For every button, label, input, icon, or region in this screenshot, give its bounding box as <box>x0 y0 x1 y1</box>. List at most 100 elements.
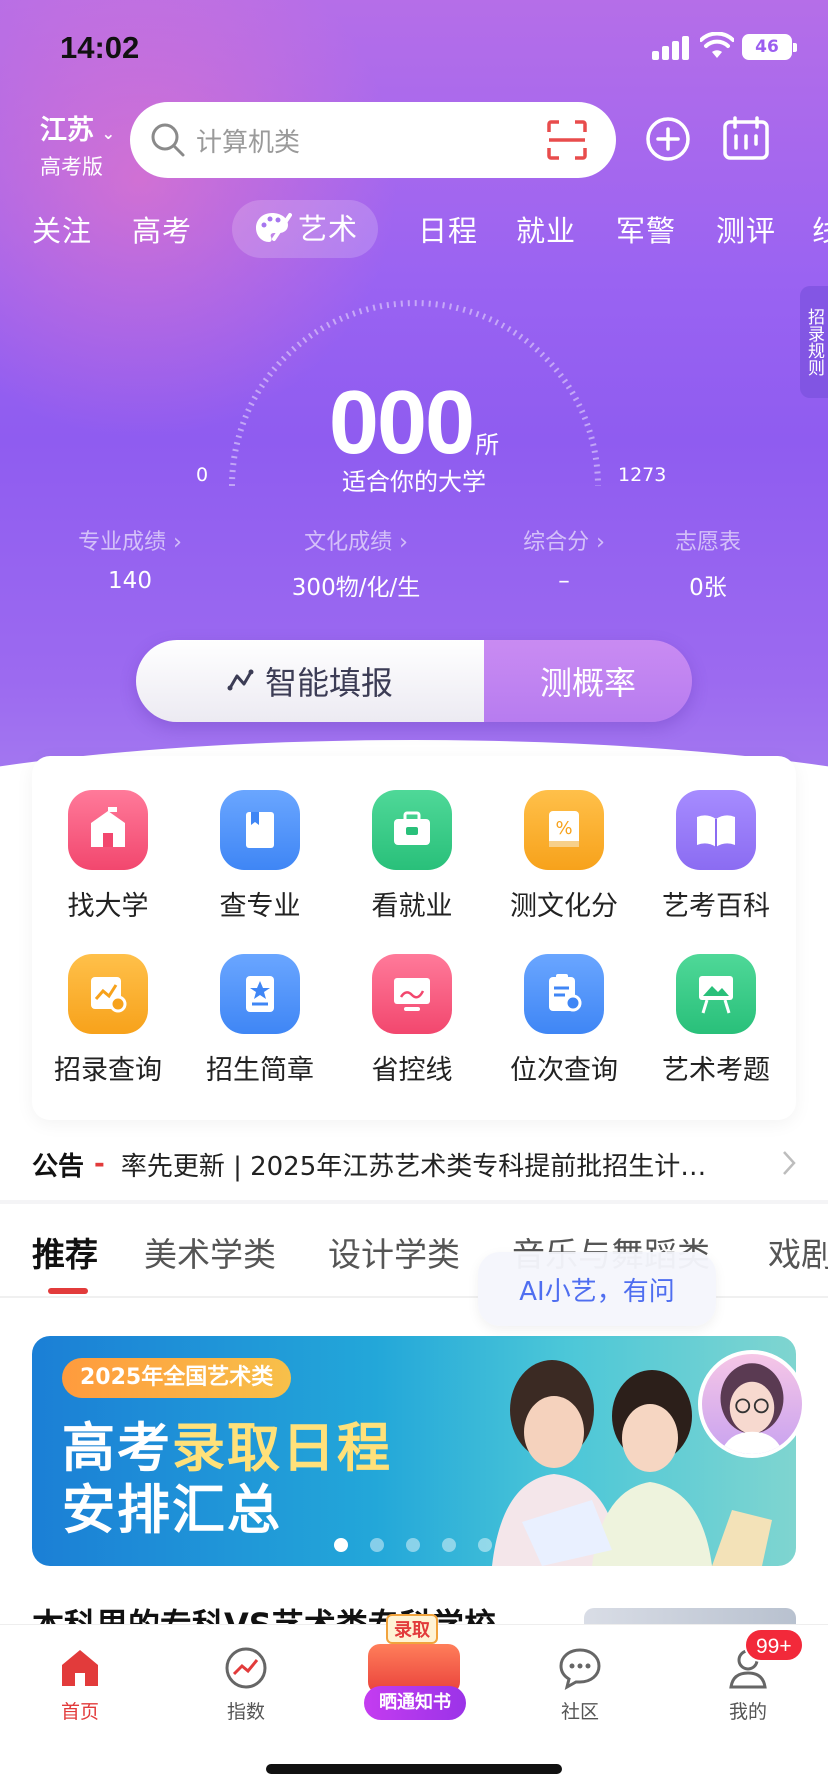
gauge-count-unit: 所 <box>475 432 500 459</box>
palette-icon <box>256 213 292 242</box>
search-bar[interactable]: 计算机类 <box>130 102 616 178</box>
feature-grid: 找大学 查专业 看就业 % 测文化分 艺考百科 招录查询 招生简章 省控线 位次… <box>32 756 796 1120</box>
grid-item-art-exam[interactable]: 艺术考题 <box>640 954 792 1087</box>
tab-more[interactable]: 线 <box>812 208 828 250</box>
gauge-count: 000所 <box>0 372 828 475</box>
gauge-count-value: 000 <box>328 373 475 473</box>
ai-avatar[interactable] <box>698 1350 806 1458</box>
region-selector[interactable]: 江苏 ⌄ 高考版 <box>40 108 115 181</box>
announcement-dash: - <box>94 1149 105 1179</box>
region-label: 江苏 <box>40 115 94 146</box>
calendar-icon[interactable] <box>722 116 770 162</box>
carousel-dot[interactable] <box>334 1538 348 1552</box>
promo-top-label: 录取 <box>386 1614 438 1644</box>
gauge-max: 1273 <box>618 464 667 486</box>
tab-recommend[interactable]: 推荐 <box>32 1228 98 1276</box>
grid-item-label: 找大学 <box>67 891 149 922</box>
home-indicator <box>266 1764 562 1774</box>
grid-item-art-encyclopedia[interactable]: 艺考百科 <box>640 790 792 923</box>
easel-icon <box>676 954 756 1034</box>
active-tab-indicator <box>48 1288 88 1294</box>
carousel-dot[interactable] <box>442 1538 456 1552</box>
grid-item-find-university[interactable]: 找大学 <box>32 790 184 923</box>
banner-pill: 2025年全国艺术类 <box>62 1358 292 1398</box>
add-icon[interactable] <box>645 116 691 162</box>
tabbar-home[interactable]: 首页 <box>20 1645 140 1724</box>
admission-letter-promo[interactable]: 录取 晒通知书 <box>356 1604 472 1722</box>
stat-major-score[interactable]: 专业成绩 › 140 <box>40 524 220 594</box>
grid-item-control-line[interactable]: 省控线 <box>336 954 488 1087</box>
tab-employment[interactable]: 就业 <box>516 208 576 250</box>
smart-fill-button[interactable]: 智能填报 <box>136 640 484 722</box>
tabbar-label: 首页 <box>60 1701 99 1723</box>
tabbar-label: 我的 <box>728 1701 767 1723</box>
tab-art-label: 艺术 <box>298 212 359 246</box>
page: 14:02 46 江苏 ⌄ 高考版 计算机类 关注 高考 艺术 日程 就业 军警… <box>0 0 828 1792</box>
book-icon <box>220 790 300 870</box>
grid-item-admission-query[interactable]: 招录查询 <box>32 954 184 1087</box>
trend-icon <box>225 1647 267 1689</box>
carousel-dot[interactable] <box>370 1538 384 1552</box>
grid-item-label: 看就业 <box>371 891 453 922</box>
grid-item-rank-query[interactable]: 位次查询 <box>488 954 640 1087</box>
tab-art[interactable]: 艺术 <box>232 200 379 258</box>
grid-item-label: 测文化分 <box>510 891 618 922</box>
tab-fine-arts[interactable]: 美术学类 <box>144 1228 276 1276</box>
wifi-icon <box>700 32 734 58</box>
grid-item-employment[interactable]: 看就业 <box>336 790 488 923</box>
grid-item-label: 省控线 <box>371 1055 453 1086</box>
tabbar-index[interactable]: 指数 <box>186 1645 306 1724</box>
percent-book-icon: % <box>524 790 604 870</box>
chart-search-icon <box>68 954 148 1034</box>
search-placeholder: 计算机类 <box>196 127 301 158</box>
chevron-right-icon <box>783 1151 796 1175</box>
stat-value: 140 <box>108 568 152 594</box>
clipboard-search-icon <box>524 954 604 1034</box>
grid-item-label: 招生简章 <box>206 1055 314 1086</box>
monitor-icon <box>372 954 452 1034</box>
stat-culture-score[interactable]: 文化成绩 › 300物/化/生 <box>266 524 446 602</box>
stat-label: 专业成绩 › <box>78 530 182 555</box>
chat-icon <box>559 1648 601 1690</box>
promo-banner[interactable]: 2025年全国艺术类 高考录取日程 安排汇总 <box>32 1336 796 1566</box>
tab-follow[interactable]: 关注 <box>32 208 92 250</box>
grid-item-label: 艺考百科 <box>662 891 770 922</box>
grid-item-label: 查专业 <box>219 891 301 922</box>
tab-drama[interactable]: 戏剧 <box>768 1228 828 1276</box>
stat-value: 0张 <box>689 575 727 601</box>
search-icon <box>151 123 185 157</box>
carousel-dot[interactable] <box>478 1538 492 1552</box>
tab-schedule[interactable]: 日程 <box>418 208 478 250</box>
stat-label: 志愿表 <box>674 530 741 555</box>
tab-design[interactable]: 设计学类 <box>328 1228 460 1276</box>
announcement-tag: 公告 <box>32 1151 85 1182</box>
grid-item-culture-score[interactable]: % 测文化分 <box>488 790 640 923</box>
top-bar: 江苏 ⌄ 高考版 计算机类 <box>0 100 828 182</box>
gauge-subtitle: 适合你的大学 <box>342 468 486 496</box>
carousel-dot[interactable] <box>406 1538 420 1552</box>
grid-item-admission-brochure[interactable]: 招生简章 <box>184 954 336 1087</box>
scan-icon[interactable] <box>546 119 588 161</box>
announcement-bar[interactable]: 公告 - 率先更新 | 2025年江苏艺术类专科提前批招生计… <box>0 1134 828 1194</box>
tabbar-community[interactable]: 社区 <box>520 1645 640 1724</box>
edition-label: 高考版 <box>40 155 103 179</box>
cta-group: 智能填报 测概率 <box>136 640 692 722</box>
smart-fill-label: 智能填报 <box>264 664 393 702</box>
status-bar: 14:02 46 <box>0 0 828 96</box>
tab-military-police[interactable]: 军警 <box>616 208 676 250</box>
signal-icon <box>652 36 692 60</box>
announcement-text: 率先更新 | 2025年江苏艺术类专科提前批招生计… <box>120 1151 707 1182</box>
probability-button[interactable]: 测概率 <box>484 640 692 722</box>
score-stats: 专业成绩 › 140 文化成绩 › 300物/化/生 综合分 › – 志愿表 0… <box>0 524 828 604</box>
ai-assistant-bubble[interactable]: AI小艺，有问 <box>478 1252 716 1326</box>
promo-bottom-label: 晒通知书 <box>364 1686 466 1720</box>
battery-icon: 46 <box>742 34 797 60</box>
stat-application-form[interactable]: 志愿表 0张 <box>618 524 798 602</box>
tab-gaokao[interactable]: 高考 <box>132 208 192 250</box>
tabbar-label: 指数 <box>226 1701 265 1723</box>
section-divider <box>0 1200 828 1204</box>
school-icon <box>68 790 148 870</box>
tab-assessment[interactable]: 测评 <box>716 208 776 250</box>
grid-item-major[interactable]: 查专业 <box>184 790 336 923</box>
notification-badge: 99+ <box>744 1628 804 1662</box>
